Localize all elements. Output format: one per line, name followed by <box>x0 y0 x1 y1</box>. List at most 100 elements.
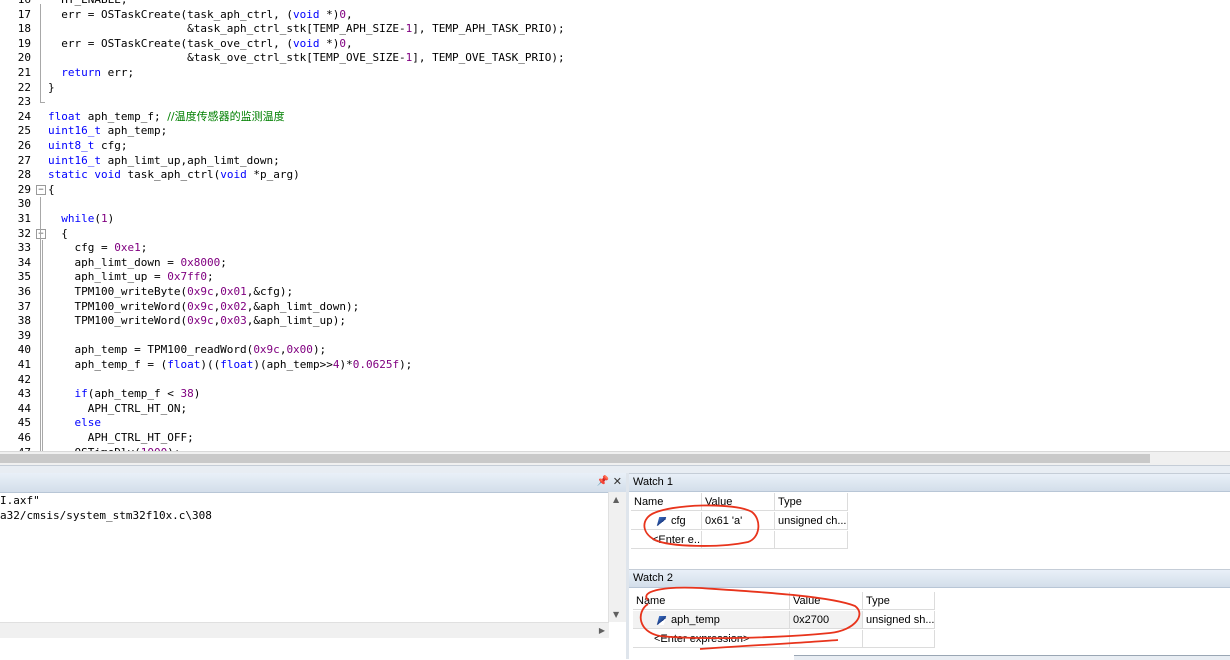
variable-icon <box>656 616 667 625</box>
code-line[interactable]: 29−{ <box>0 183 1230 198</box>
watch1-row-name[interactable]: cfg <box>631 512 702 530</box>
watch1-enter-expression[interactable]: <Enter e... <box>631 531 702 549</box>
code-line[interactable]: 19 err = OSTaskCreate(task_ove_ctrl, (vo… <box>0 37 1230 52</box>
code-text: APH_CTRL_HT_OFF; <box>48 431 194 444</box>
code-line[interactable]: 20 &task_ove_ctrl_stk[TEMP_OVE_SIZE-1], … <box>0 51 1230 66</box>
code-editor[interactable]: 16 HT_ENABLE;17 err = OSTaskCreate(task_… <box>0 0 1230 451</box>
watch1-window: Watch 1 Name Value Type cfg 0x61 'a' uns… <box>629 473 1230 569</box>
code-text: if(aph_temp_f < 38) <box>74 387 201 401</box>
code-line[interactable]: 36 TPM100_writeByte(0x9c,0x01,&cfg); <box>0 285 1230 300</box>
code-line[interactable]: 25 uint16_t aph_temp; <box>0 124 1230 139</box>
code-text: aph_temp_f = (float)((float)(aph_temp>>4… <box>48 358 413 371</box>
watch1-row-type: unsigned ch... <box>775 512 848 530</box>
line-number: 32 <box>17 226 31 240</box>
command-output-line: a32/cmsis/system_stm32f10x.c\308 <box>0 509 212 522</box>
code-line[interactable]: 43 if(aph_temp_f < 38) <box>0 387 1230 402</box>
close-icon[interactable]: ✕ <box>613 475 622 488</box>
code-text: err = OSTaskCreate(task_aph_ctrl, (void … <box>48 7 353 21</box>
code-line[interactable]: 41 aph_temp_f = (float)((float)(aph_temp… <box>0 358 1230 373</box>
line-number: 20 <box>17 51 31 65</box>
code-line[interactable]: 37 TPM100_writeWord(0x9c,0x02,&aph_limt_… <box>0 300 1230 315</box>
code-line[interactable]: 39 <box>0 329 1230 344</box>
command-vertical-scrollbar[interactable]: ▲ ▼ <box>608 492 626 622</box>
code-line[interactable]: 44 APH_CTRL_HT_ON; <box>0 402 1230 417</box>
code-text: return err; <box>61 66 135 79</box>
code-line[interactable]: 16 HT_ENABLE; <box>0 0 1230 8</box>
watch1-header-name[interactable]: Name <box>631 493 702 511</box>
editor-horizontal-scrollbar[interactable] <box>0 451 1230 465</box>
code-text: aph_limt_up = 0x7ff0; <box>48 270 214 284</box>
watch2-empty-value <box>790 630 863 648</box>
line-number: 40 <box>17 343 31 357</box>
code-line[interactable]: 38 TPM100_writeWord(0x9c,0x03,&aph_limt_… <box>0 314 1230 329</box>
command-title-bar: 📌 ✕ <box>0 473 626 493</box>
code-line[interactable]: 18 &task_aph_ctrl_stk[TEMP_APH_SIZE-1], … <box>0 22 1230 37</box>
code-text: { <box>48 182 55 196</box>
bottom-toolbar-edge <box>794 655 1230 660</box>
line-number: 30 <box>17 197 31 211</box>
scrollbar-thumb[interactable] <box>0 454 1150 463</box>
collapse-icon[interactable]: − <box>36 228 46 239</box>
code-text: TPM100_writeByte(0x9c,0x01,&cfg); <box>48 285 294 298</box>
code-text: aph_limt_down = 0x8000; <box>48 255 227 269</box>
watch2-enter-expression[interactable]: <Enter expression> <box>633 630 790 648</box>
watch2-row-type: unsigned sh... <box>863 611 935 629</box>
code-line[interactable]: 45 else <box>0 416 1230 431</box>
code-line[interactable]: 23 <box>0 95 1230 110</box>
command-output-line: I.axf" <box>0 494 40 507</box>
code-line[interactable]: 31 while(1) <box>0 212 1230 227</box>
code-text: static void task_aph_ctrl(void *p_arg) <box>48 168 300 182</box>
line-number: 43 <box>17 387 31 401</box>
code-line[interactable]: 40 aph_temp = TPM100_readWord(0x9c,0x00)… <box>0 343 1230 358</box>
code-text: uint16_t aph_temp; <box>48 124 168 138</box>
watch1-header-value[interactable]: Value <box>702 493 775 511</box>
watch2-header-name[interactable]: Name <box>633 592 790 610</box>
scroll-down-icon[interactable]: ▼ <box>613 610 619 619</box>
code-text: &task_ove_ctrl_stk[TEMP_OVE_SIZE-1], TEM… <box>48 51 565 65</box>
watch2-row-name[interactable]: aph_temp <box>633 611 790 629</box>
code-line[interactable]: 28 static void task_aph_ctrl(void *p_arg) <box>0 168 1230 183</box>
line-number: 41 <box>17 358 31 371</box>
watch1-header-type[interactable]: Type <box>775 493 848 511</box>
code-line[interactable]: 22} <box>0 81 1230 96</box>
code-line[interactable]: 17 err = OSTaskCreate(task_aph_ctrl, (vo… <box>0 8 1230 23</box>
scroll-right-icon[interactable]: ▶ <box>599 626 605 635</box>
code-line[interactable]: 24 float aph_temp_f; //温度传感器的监测温度 <box>0 110 1230 125</box>
code-line[interactable]: 34 aph_limt_down = 0x8000; <box>0 256 1230 271</box>
code-line[interactable]: 21 return err; <box>0 66 1230 81</box>
code-text: uint16_t aph_limt_up,aph_limt_down; <box>48 153 280 167</box>
code-line[interactable]: 42 <box>0 373 1230 388</box>
collapse-icon[interactable]: − <box>36 184 46 195</box>
watch1-row-value[interactable]: 0x61 'a' <box>702 512 775 530</box>
variable-icon <box>656 517 667 526</box>
line-number: 45 <box>17 416 31 430</box>
code-text: TPM100_writeWord(0x9c,0x03,&aph_limt_up)… <box>48 314 347 328</box>
code-line[interactable]: 32− { <box>0 227 1230 242</box>
line-number: 35 <box>17 270 31 284</box>
watch2-header-value[interactable]: Value <box>790 592 863 610</box>
command-window: 📌 ✕ I.axf" a32/cmsis/system_stm32f10x.c\… <box>0 473 626 659</box>
code-line[interactable]: 26 uint8_t cfg; <box>0 139 1230 154</box>
code-line[interactable]: 46 APH_CTRL_HT_OFF; <box>0 431 1230 446</box>
watch2-row-value[interactable]: 0x2700 <box>790 611 863 629</box>
code-line[interactable]: 27 uint16_t aph_limt_up,aph_limt_down; <box>0 154 1230 169</box>
scroll-up-icon[interactable]: ▲ <box>613 495 619 504</box>
code-text: &task_aph_ctrl_stk[TEMP_APH_SIZE-1], TEM… <box>48 22 565 36</box>
watch2-window: Watch 2 Name Value Type aph_temp 0x2700 … <box>629 569 1230 660</box>
watch2-header-type[interactable]: Type <box>863 592 935 610</box>
code-text: HT_ENABLE; <box>48 0 127 8</box>
command-horizontal-scrollbar[interactable]: ▶ <box>0 622 609 638</box>
code-text: err = OSTaskCreate(task_ove_ctrl, (void … <box>48 36 353 50</box>
line-number: 25 <box>17 124 31 138</box>
line-number: 31 <box>17 212 31 225</box>
line-number: 19 <box>17 36 31 50</box>
code-line[interactable]: 35 aph_limt_up = 0x7ff0; <box>0 270 1230 285</box>
code-line[interactable]: 30 <box>0 197 1230 212</box>
pin-icon[interactable]: 📌 <box>597 476 609 487</box>
line-number: 39 <box>17 328 31 342</box>
line-number: 28 <box>17 168 31 182</box>
code-line[interactable]: 33 cfg = 0xe1; <box>0 241 1230 256</box>
watch1-var-name: cfg <box>671 515 686 527</box>
line-number: 21 <box>17 66 31 79</box>
code-text: uint8_t cfg; <box>48 139 128 152</box>
